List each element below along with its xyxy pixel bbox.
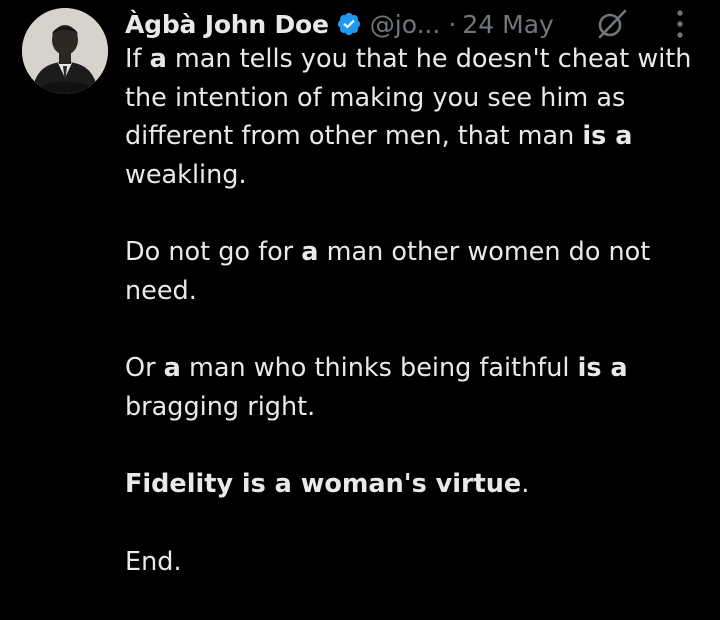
text-run: Do not go for [125, 237, 302, 267]
text-run-bold: is a [577, 353, 628, 383]
tweet-paragraph: Do not go for a man other women do not n… [125, 233, 705, 310]
author-display-name[interactable]: Àgbà John Doe [125, 10, 329, 39]
text-run-bold: is a [582, 121, 633, 151]
tweet-date[interactable]: 24 May [462, 10, 553, 39]
text-run: man who thinks being faithful [180, 353, 578, 383]
author-handle[interactable]: @jo... [370, 10, 441, 39]
text-run-bold: Fidelity is a woman's virtue [125, 469, 522, 499]
text-run: End. [125, 546, 182, 577]
tweet-paragraph: End. [125, 543, 705, 582]
header-separator: · [448, 9, 457, 39]
more-vertical-icon[interactable] [673, 6, 687, 42]
text-run: bragging right. [125, 391, 316, 422]
text-run-bold: a [301, 237, 319, 267]
text-run: If [125, 44, 150, 74]
text-run: . [521, 469, 530, 499]
tweet-body: If a man tells you that he doesn't cheat… [125, 40, 705, 620]
text-run-bold: a [163, 353, 181, 383]
text-run: weakling. [125, 159, 247, 190]
tweet-header: Àgbà John Doe @jo... · 24 May [125, 4, 554, 44]
pencil-slash-icon[interactable] [595, 8, 629, 40]
avatar[interactable] [22, 8, 108, 94]
tweet-paragraph: Fidelity is a woman's virtue. [125, 465, 705, 504]
tweet[interactable]: Àgbà John Doe @jo... · 24 May If a man t… [0, 0, 720, 618]
tweet-paragraph: If a man tells you that he doesn't cheat… [125, 40, 705, 194]
text-run-bold: a [149, 44, 167, 74]
tweet-paragraph: Or a man who thinks being faithful is a … [125, 349, 705, 426]
avatar-photo [22, 8, 108, 94]
text-run: Or [125, 353, 164, 383]
verified-badge-icon[interactable] [336, 11, 362, 37]
